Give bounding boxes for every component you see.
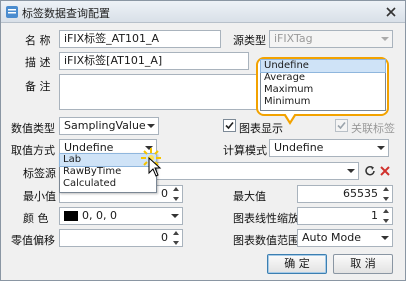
min-label: 最小值 xyxy=(23,190,56,203)
data-type-value: SamplingValue xyxy=(64,119,146,132)
close-button[interactable] xyxy=(383,4,399,20)
spinner-icon[interactable] xyxy=(172,187,180,201)
dialog-window: 标签数据查询配置 名 称 iFIX标签_AT101_A 源类型 iFIXTag … xyxy=(0,0,406,281)
window-title: 标签数据查询配置 xyxy=(22,7,110,20)
data-type-select[interactable]: SamplingValue xyxy=(59,117,159,135)
name-field[interactable]: iFIX标签_AT101_A xyxy=(59,30,221,48)
remark-label: 备 注 xyxy=(25,80,51,93)
app-icon xyxy=(6,6,18,18)
dropdown-option[interactable]: Undefine xyxy=(260,59,386,73)
cancel-button[interactable]: 取 消 xyxy=(333,254,393,274)
show-chart-checkbox[interactable] xyxy=(223,119,236,132)
ok-button[interactable]: 确 定 xyxy=(267,254,327,274)
range-select[interactable]: Auto Mode xyxy=(297,229,393,247)
chevron-down-icon xyxy=(171,214,179,218)
color-swatch xyxy=(64,211,78,221)
spinner-icon[interactable] xyxy=(382,209,390,223)
source-type-value: iFIXTag xyxy=(274,32,313,45)
offset-value: 0 xyxy=(161,231,168,244)
color-value: 0, 0, 0 xyxy=(82,209,117,222)
callout-pointer-fill xyxy=(285,113,295,121)
chevron-down-icon xyxy=(377,146,385,150)
name-label: 名 称 xyxy=(25,34,51,47)
refresh-icon[interactable] xyxy=(364,165,376,177)
offset-stepper[interactable]: 0 xyxy=(59,229,183,247)
max-label: 最大值 xyxy=(233,190,266,203)
range-value: Auto Mode xyxy=(302,231,362,244)
calc-mode-value: Undefine xyxy=(274,141,324,154)
dropdown-option[interactable]: Calculated xyxy=(60,178,156,190)
max-stepper[interactable]: 65535 xyxy=(297,185,393,203)
dropdown-option[interactable]: Maximum xyxy=(261,84,385,96)
desc-label: 描 述 xyxy=(25,56,51,69)
link-tag-label: 关联标签 xyxy=(351,122,395,135)
title-bar: 标签数据查询配置 xyxy=(1,1,405,23)
tag-source-label: 标签源 xyxy=(23,167,56,180)
show-chart-label: 图表显示 xyxy=(239,122,283,135)
check-icon xyxy=(225,121,234,130)
range-label: 图表数值范围 xyxy=(233,234,299,247)
chevron-down-icon xyxy=(347,169,355,173)
calc-mode-label: 计算模式 xyxy=(223,144,267,157)
spinner-icon[interactable] xyxy=(172,231,180,245)
close-icon xyxy=(386,7,396,17)
chevron-down-icon xyxy=(381,236,389,240)
scale-value: 1 xyxy=(371,209,378,222)
delete-icon[interactable] xyxy=(379,165,391,177)
scale-stepper[interactable]: 1 xyxy=(297,207,393,225)
color-picker[interactable]: 0, 0, 0 xyxy=(59,207,183,225)
chevron-down-icon xyxy=(381,37,389,41)
offset-label: 零值偏移 xyxy=(11,234,55,247)
min-value: 0 xyxy=(161,187,168,200)
data-type-label: 数值类型 xyxy=(11,122,55,135)
dropdown-option[interactable]: Average xyxy=(261,72,385,84)
desc-field[interactable]: iFIX标签[AT101_A] xyxy=(59,52,249,70)
spinner-icon[interactable] xyxy=(382,187,390,201)
source-type-label: 源类型 xyxy=(233,34,266,47)
chevron-down-icon xyxy=(147,124,155,128)
check-icon xyxy=(337,121,346,130)
mouse-cursor-icon xyxy=(148,156,162,177)
scale-label: 图表线性缩放 xyxy=(233,212,299,225)
link-tag-checkbox xyxy=(335,119,348,132)
source-type-select: iFIXTag xyxy=(269,30,393,48)
max-value: 65535 xyxy=(343,187,378,200)
color-label: 颜 色 xyxy=(23,212,49,225)
dropdown-option[interactable]: Minimum xyxy=(261,96,385,108)
calc-mode-select[interactable]: Undefine xyxy=(269,139,389,157)
fetch-mode-label: 取值方式 xyxy=(11,144,55,157)
calc-mode-dropdown: Undefine Average Maximum Minimum xyxy=(260,59,386,111)
